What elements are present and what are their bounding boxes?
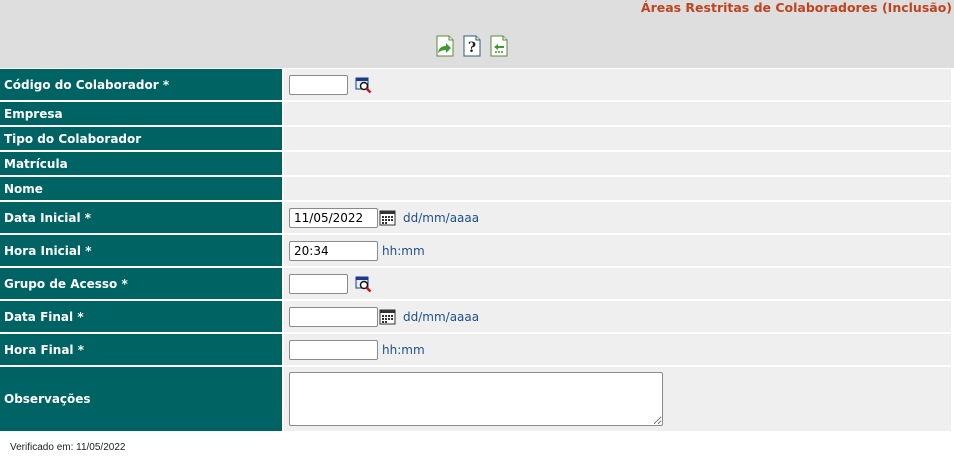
observacoes-textarea[interactable]	[289, 372, 663, 426]
lookup-icon[interactable]	[355, 275, 373, 293]
empresa-label: Empresa	[0, 102, 282, 125]
calendar-icon[interactable]	[379, 308, 396, 325]
grupo-label: Grupo de Acesso *	[0, 268, 282, 299]
data-inicial-label: Data Inicial *	[0, 202, 282, 233]
row-hora-inicial: Hora Inicial * hh:mm	[0, 235, 954, 266]
codigo-label: Código do Colaborador *	[0, 69, 282, 100]
back-icon[interactable]	[489, 35, 509, 57]
data-inicial-format-hint: dd/mm/aaaa	[403, 210, 480, 225]
verified-date: Verificado em: 11/05/2022	[10, 442, 126, 453]
row-codigo: Código do Colaborador *	[0, 69, 954, 100]
hora-inicial-input[interactable]	[289, 240, 378, 261]
empresa-value	[284, 102, 951, 125]
row-data-inicial: Data Inicial * dd/mm/aaaa	[0, 202, 954, 233]
toolbar: ?	[435, 35, 509, 57]
lookup-icon[interactable]	[355, 76, 373, 94]
page-title: Áreas Restritas de Colaboradores (Inclus…	[640, 0, 952, 15]
row-data-final: Data Final * dd/mm/aaaa	[0, 301, 954, 332]
save-icon[interactable]	[435, 35, 455, 57]
hora-final-input[interactable]	[289, 339, 378, 360]
hora-inicial-format-hint: hh:mm	[382, 243, 425, 258]
row-observacoes: Observações	[0, 367, 954, 431]
hora-inicial-label: Hora Inicial *	[0, 235, 282, 266]
matricula-value	[284, 152, 951, 175]
row-empresa: Empresa	[0, 102, 954, 125]
row-nome: Nome	[0, 177, 954, 200]
row-grupo: Grupo de Acesso *	[0, 268, 954, 299]
row-tipo: Tipo do Colaborador	[0, 127, 954, 150]
tipo-value	[284, 127, 951, 150]
row-hora-final: Hora Final * hh:mm	[0, 334, 954, 365]
data-final-label: Data Final *	[0, 301, 282, 332]
calendar-icon[interactable]	[379, 209, 396, 226]
data-inicial-input[interactable]	[289, 207, 378, 228]
hora-final-label: Hora Final *	[0, 334, 282, 365]
tipo-label: Tipo do Colaborador	[0, 127, 282, 150]
row-matricula: Matrícula	[0, 152, 954, 175]
hora-final-format-hint: hh:mm	[382, 342, 425, 357]
data-final-input[interactable]	[289, 306, 378, 327]
grupo-input[interactable]	[289, 273, 348, 294]
svg-text:?: ?	[468, 40, 476, 56]
matricula-label: Matrícula	[0, 152, 282, 175]
codigo-input[interactable]	[289, 74, 348, 95]
data-final-format-hint: dd/mm/aaaa	[403, 309, 480, 324]
observacoes-label: Observações	[0, 367, 282, 431]
nome-label: Nome	[0, 177, 282, 200]
nome-value	[284, 177, 951, 200]
help-icon[interactable]: ?	[462, 35, 482, 57]
